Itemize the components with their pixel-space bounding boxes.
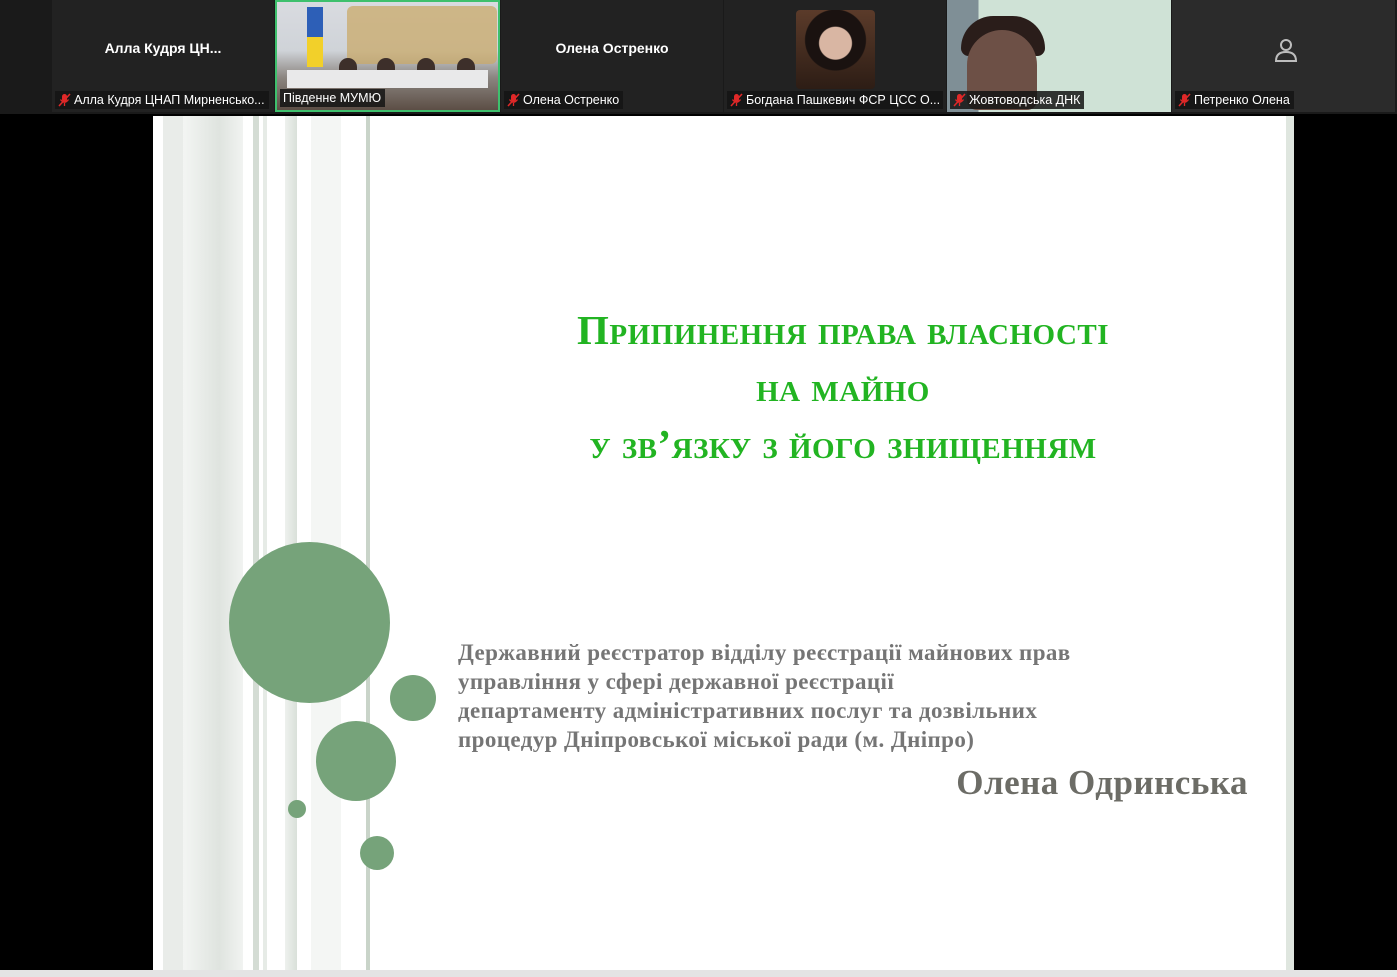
participant-display-name: Алла Кудря ЦН...: [104, 40, 222, 56]
mic-muted-icon: [507, 93, 520, 107]
author-position-line: управління у сфері державної реєстрації: [458, 669, 895, 694]
mic-muted-icon: [730, 93, 743, 107]
participant-name-tag: Жовтоводська ДНК: [950, 91, 1085, 109]
participant-tile-1[interactable]: Алла Кудря ЦН... Алла Кудря ЦНАП Мирненс…: [52, 0, 274, 112]
participant-name-tag: Петренко Олена: [1175, 91, 1294, 109]
slide-decor-circle: [360, 836, 394, 870]
participant-strip: Алла Кудря ЦН... Алла Кудря ЦНАП Мирненс…: [0, 0, 1397, 114]
participant-tile-5[interactable]: Жовтоводська ДНК: [947, 0, 1171, 112]
slide-decor-circle: [390, 675, 436, 721]
participant-display-name: Олена Остренко: [555, 40, 669, 56]
mic-muted-icon: [58, 93, 71, 107]
author-position: Державний реєстратор відділу реєстрації …: [458, 638, 1238, 754]
slide-title: Припинення права власності на майно у зв…: [443, 302, 1243, 473]
participant-name: Богдана Пашкевич ФСР ЦСС О...: [746, 93, 941, 107]
author-name: Олена Одринська: [956, 763, 1248, 802]
participant-name: Олена Остренко: [523, 93, 620, 107]
participant-name: Жовтоводська ДНК: [969, 93, 1081, 107]
participant-name-tag: Алла Кудря ЦНАП Мирненсько...: [55, 91, 269, 109]
slide-decor-stripe: [263, 116, 267, 970]
participant-name: Алла Кудря ЦНАП Мирненсько...: [74, 93, 265, 107]
slide-decor-stripe: [183, 116, 243, 970]
participant-tile-2[interactable]: Південне МУМЮ: [275, 0, 500, 112]
slide-title-line: Припинення права власності: [576, 307, 1110, 353]
participant-tile-3[interactable]: Олена Остренко Олена Остренко: [501, 0, 723, 112]
participant-name: Петренко Олена: [1194, 93, 1290, 107]
slide-decor-circle: [288, 800, 306, 818]
slide-decor-stripe: [1286, 116, 1294, 970]
author-position-line: процедур Дніпровської міської ради (м. Д…: [458, 727, 975, 752]
participant-name: Південне МУМЮ: [283, 91, 382, 105]
mic-muted-icon: [953, 93, 966, 107]
participant-tile-4[interactable]: Богдана Пашкевич ФСР ЦСС О...: [724, 0, 946, 112]
author-position-line: департаменту адміністративних послуг та …: [458, 698, 1038, 723]
slide-title-line: у зв’язку з його знищенням: [589, 421, 1097, 467]
bottom-bar: [0, 970, 1397, 977]
slide-decor-circle: [316, 721, 396, 801]
participant-name-tag: Південне МУМЮ: [280, 89, 386, 107]
slide-decor-stripe: [253, 116, 259, 970]
mic-muted-icon: [1178, 93, 1191, 107]
participant-name-tag: Богдана Пашкевич ФСР ЦСС О...: [727, 91, 943, 109]
participant-tile-6[interactable]: Петренко Олена: [1172, 0, 1395, 112]
slide-decor-circle: [229, 542, 390, 703]
participant-avatar: [796, 10, 875, 89]
slide-title-line: на майно: [756, 364, 930, 410]
author-position-line: Державний реєстратор відділу реєстрації …: [458, 640, 1071, 665]
avatar-placeholder-icon: [1272, 36, 1300, 64]
slide-decor-stripe: [163, 116, 183, 970]
participant-name-tag: Олена Остренко: [504, 91, 624, 109]
shared-screen-slide[interactable]: Припинення права власності на майно у зв…: [153, 116, 1294, 970]
